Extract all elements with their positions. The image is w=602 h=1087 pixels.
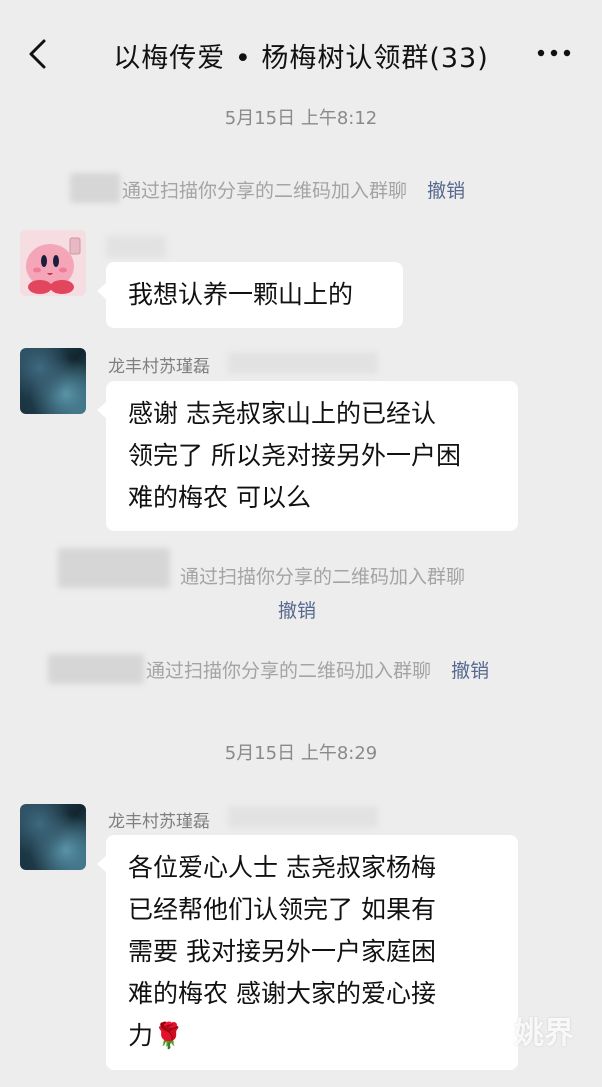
chat-header: 以梅传爱 • 杨梅树认领群(33) [0, 0, 602, 100]
message-line: 力🌹 [128, 1021, 185, 1050]
chat-title: 以梅传爱 • 杨梅树认领群(33) [113, 43, 489, 74]
blurred-sender-name [106, 236, 166, 258]
avatar[interactable] [20, 348, 86, 414]
system-message-text: 通过扫描你分享的二维码加入群聊 [122, 180, 408, 202]
sender-name: 龙丰村苏瑾磊 [108, 812, 210, 832]
system-message: 通过扫描你分享的二维码加入群聊 撤销 [122, 176, 465, 203]
message-line: 需要 我对接另外一户家庭困 [128, 937, 436, 966]
message-line: 难的梅农 感谢大家的爱心接 [128, 979, 436, 1008]
revoke-link[interactable]: 撤销 [427, 180, 465, 202]
watermark: 姚界 [514, 1016, 574, 1051]
blurred-sender-suffix [228, 806, 378, 828]
revoke-link[interactable]: 撤销 [278, 596, 316, 623]
system-message-text: 通过扫描你分享的二维码加入群聊 [146, 660, 432, 682]
system-message-text: 通过扫描你分享的二维码加入群聊 [180, 566, 466, 588]
message-line: 领完了 所以尧对接另外一户困 [128, 441, 461, 470]
message-line: 难的梅农 可以么 [128, 483, 311, 512]
avatar[interactable] [20, 804, 86, 870]
message-line: 各位爱心人士 志尧叔家杨梅 [128, 853, 436, 882]
blurred-name [58, 548, 170, 588]
timestamp: 5月15日 上午8:29 [224, 743, 378, 764]
system-message: 通过扫描你分享的二维码加入群聊 撤销 [146, 656, 489, 683]
kirby-avatar [20, 230, 86, 296]
message-bubble[interactable]: 感谢 志尧叔家山上的已经认 领完了 所以尧对接另外一户困 难的梅农 可以么 [97, 381, 518, 531]
blurred-name [48, 654, 144, 684]
message-line: 我想认养一颗山上的 [128, 280, 354, 309]
message-line: 已经帮他们认领完了 如果有 [128, 895, 436, 924]
sender-name: 龙丰村苏瑾磊 [108, 357, 210, 377]
more-dots-icon[interactable] [536, 48, 572, 58]
blurred-sender-suffix [228, 352, 378, 374]
message-bubble[interactable]: 我想认养一颗山上的 [97, 262, 403, 328]
blurred-name [70, 173, 120, 203]
message-line: 感谢 志尧叔家山上的已经认 [128, 399, 436, 428]
revoke-link[interactable]: 撤销 [451, 660, 489, 682]
message-bubble[interactable]: 各位爱心人士 志尧叔家杨梅 已经帮他们认领完了 如果有 需要 我对接另外一户家庭… [97, 835, 518, 1070]
timestamp: 5月15日 上午8:12 [224, 108, 378, 129]
avatar[interactable] [20, 230, 86, 296]
